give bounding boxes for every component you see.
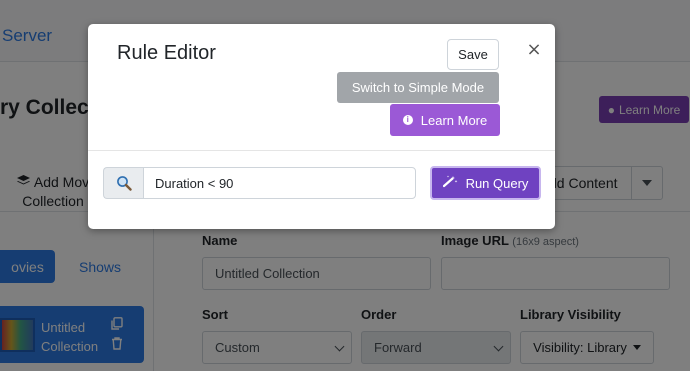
- rule-editor-modal: Rule Editor Save × Switch to Simple Mode…: [88, 24, 555, 229]
- run-query-label: Run Query: [465, 175, 529, 191]
- run-query-button[interactable]: Run Query: [430, 166, 541, 200]
- modal-title: Rule Editor: [117, 42, 216, 64]
- search-icon: [103, 167, 143, 199]
- info-icon: i: [402, 115, 413, 125]
- magic-icon: [442, 175, 458, 191]
- close-icon[interactable]: ×: [526, 39, 542, 60]
- learn-more-label: Learn More: [420, 112, 488, 128]
- query-input[interactable]: [143, 167, 416, 199]
- modal-header: Rule Editor Save × Switch to Simple Mode…: [88, 24, 555, 151]
- learn-more-button[interactable]: i Learn More: [390, 104, 500, 136]
- save-button[interactable]: Save: [447, 39, 499, 70]
- switch-to-simple-mode-button[interactable]: Switch to Simple Mode: [337, 72, 499, 103]
